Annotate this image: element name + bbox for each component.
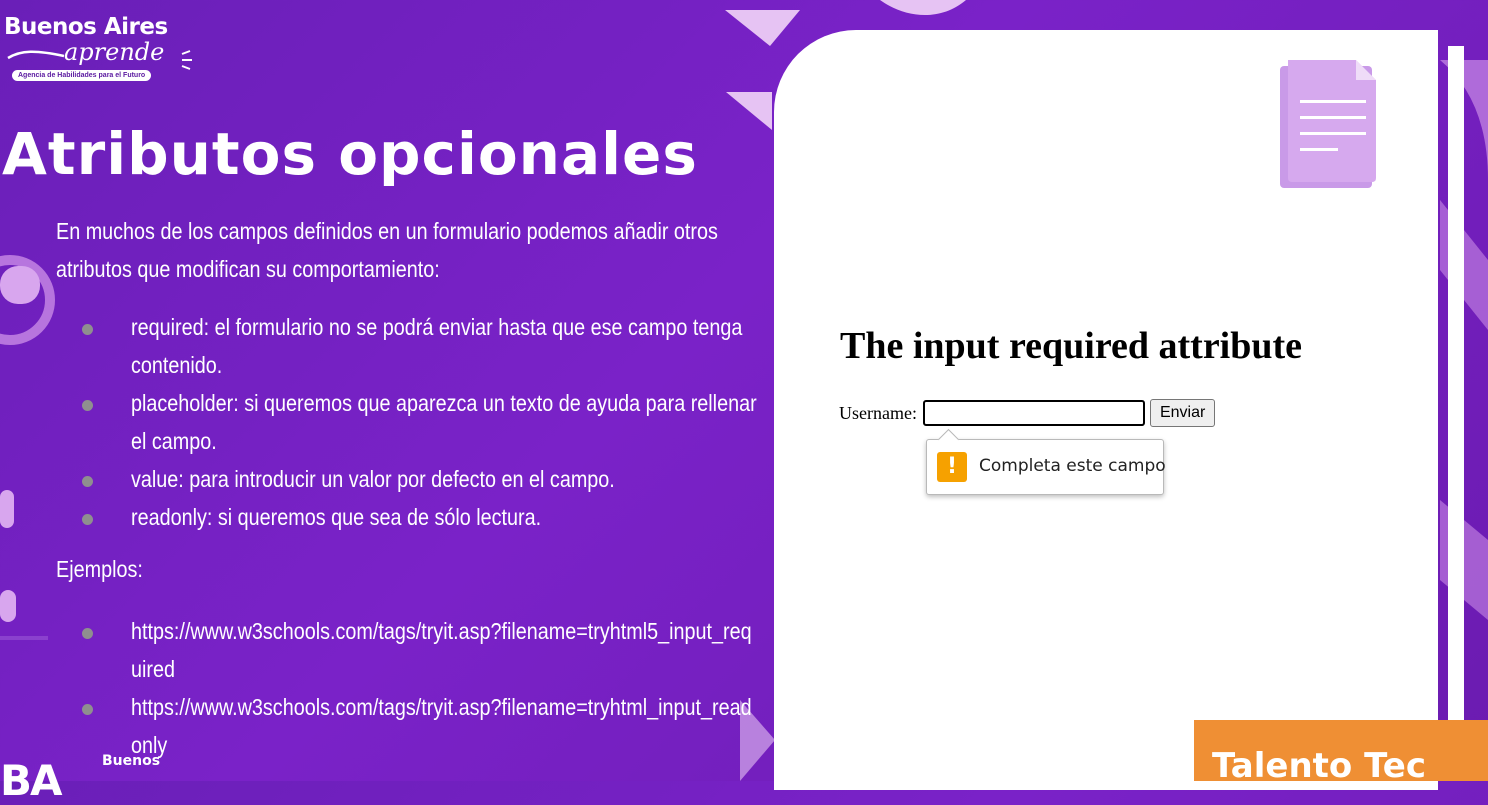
footer-logo: BA Buenos <box>0 746 210 805</box>
bullet-icon <box>82 324 93 335</box>
logo-sparks-icon <box>181 50 192 70</box>
logo-swoosh-icon <box>7 50 65 60</box>
examples-label: Ejemplos: <box>56 550 766 588</box>
footer-small-text: Buenos <box>102 753 161 769</box>
list-item-text: required: el formulario no se podrá envi… <box>131 314 743 378</box>
demo-heading: The input required attribute <box>840 325 1303 367</box>
panel-edge <box>1448 46 1464 766</box>
talento-tec-badge: Talento Tec <box>1194 720 1488 781</box>
example-link[interactable]: https://www.w3schools.com/tags/tryit.asp… <box>131 612 759 688</box>
list-item-text: readonly: si queremos que sea de sólo le… <box>131 504 542 530</box>
bullet-icon <box>82 704 93 715</box>
slide-title: Atributos opcionales <box>2 120 698 188</box>
list-item-text: value: para introducir un valor por defe… <box>131 466 615 492</box>
username-form: Username: Enviar <box>839 399 1216 427</box>
validation-tooltip: ! Completa este campo <box>926 428 1166 495</box>
logo-script-text: aprende <box>64 38 165 66</box>
logo-tagline: Agencia de Habilidades para el Futuro <box>12 70 152 81</box>
list-item: value: para introducir un valor por defe… <box>56 460 766 498</box>
list-item-text: placeholder: si queremos que aparezca un… <box>131 390 757 454</box>
list-item: placeholder: si queremos que aparezca un… <box>56 384 766 460</box>
username-input[interactable] <box>922 400 1145 426</box>
intro-paragraph: En muchos de los campos definidos en un … <box>56 218 718 282</box>
bullet-icon <box>82 514 93 525</box>
slide-body: En muchos de los campos definidos en un … <box>56 212 766 764</box>
talento-tec-text: Talento Tec <box>1212 746 1427 781</box>
bullet-icon <box>82 476 93 487</box>
list-item: required: el formulario no se podrá envi… <box>56 308 766 384</box>
logo-text: Buenos Aires <box>4 14 168 40</box>
example-links: https://www.w3schools.com/tags/tryit.asp… <box>56 612 766 764</box>
example-link-item[interactable]: https://www.w3schools.com/tags/tryit.asp… <box>56 612 766 688</box>
attribute-list: required: el formulario no se podrá envi… <box>56 308 766 536</box>
examples-label-text: Ejemplos: <box>56 556 143 582</box>
list-item: readonly: si queremos que sea de sólo le… <box>56 498 766 536</box>
username-label: Username: <box>839 402 917 423</box>
validation-message: Completa este campo <box>979 456 1166 476</box>
buenos-aires-aprende-logo: Buenos Aires aprende Agencia de Habilida… <box>4 14 194 86</box>
document-icon <box>1280 60 1376 188</box>
bullet-icon <box>82 628 93 639</box>
bullet-icon <box>82 400 93 411</box>
example-link[interactable]: https://www.w3schools.com/tags/tryit.asp… <box>131 688 759 764</box>
warning-icon: ! <box>937 452 967 482</box>
submit-button[interactable]: Enviar <box>1149 399 1216 427</box>
